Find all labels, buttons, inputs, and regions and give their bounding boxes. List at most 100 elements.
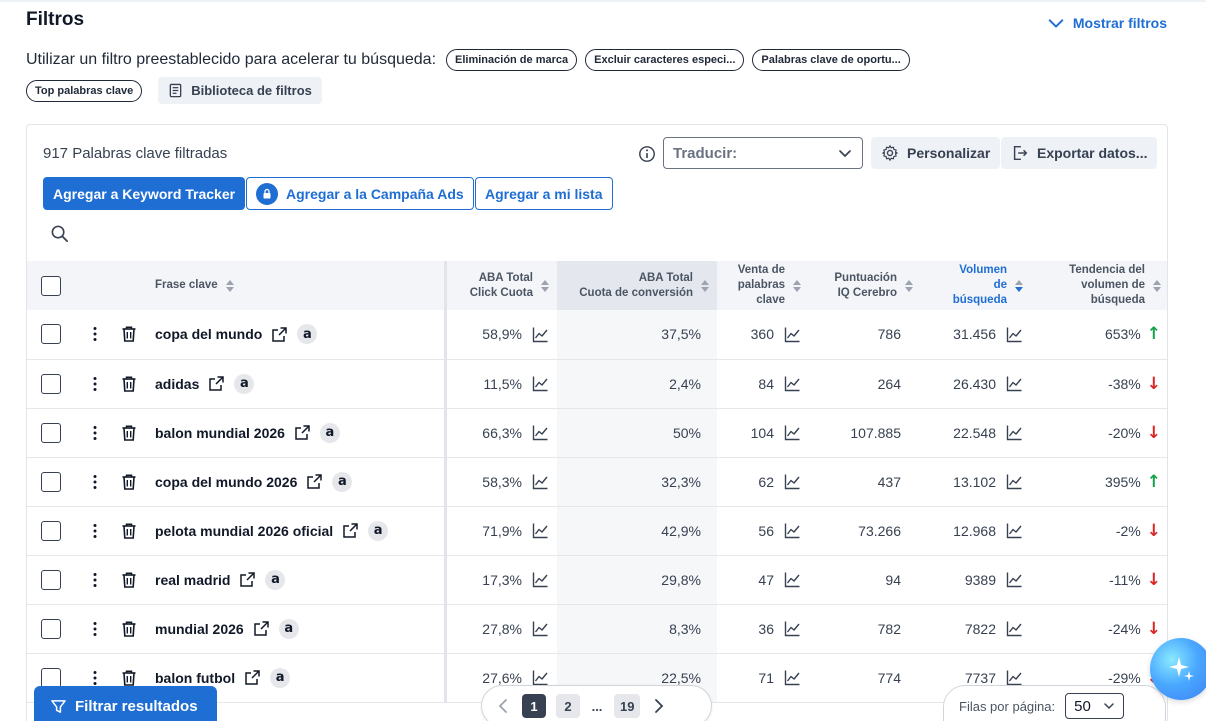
header-click-share[interactable]: ABA Total Click Cuota: [443, 261, 557, 310]
show-filters-toggle[interactable]: Mostrar filtros: [1047, 14, 1167, 32]
more-vertical-icon[interactable]: [86, 571, 104, 589]
add-to-list-button[interactable]: Agregar a mi lista: [475, 177, 613, 210]
more-vertical-icon[interactable]: [86, 375, 104, 393]
trend-chart-icon[interactable]: [532, 375, 549, 392]
trend-chart-icon[interactable]: [1006, 473, 1023, 490]
trend-chart-icon[interactable]: [532, 522, 549, 539]
trend-chart-icon[interactable]: [784, 669, 801, 686]
trash-icon[interactable]: [120, 571, 138, 589]
customize-button[interactable]: Personalizar: [871, 137, 1001, 169]
external-link-icon[interactable]: [253, 620, 270, 637]
external-link-icon[interactable]: [208, 375, 225, 392]
trend-chart-icon[interactable]: [532, 424, 549, 441]
external-link-icon[interactable]: [244, 669, 261, 686]
preset-chip-top-keywords[interactable]: Top palabras clave: [26, 79, 143, 102]
keyword-text[interactable]: pelota mundial 2026 oficial: [155, 523, 333, 539]
header-keyword[interactable]: Frase clave: [145, 261, 445, 310]
page-button-1[interactable]: 1: [522, 694, 546, 718]
page-button-19[interactable]: 19: [614, 694, 641, 718]
trend-chart-icon[interactable]: [784, 375, 801, 392]
keyword-text[interactable]: real madrid: [155, 572, 230, 588]
external-link-icon[interactable]: [306, 473, 323, 490]
amazon-icon[interactable]: a: [368, 520, 389, 541]
filter-library-button[interactable]: Biblioteca de filtros: [158, 77, 322, 104]
row-checkbox[interactable]: [41, 422, 61, 443]
row-checkbox[interactable]: [41, 471, 61, 492]
row-checkbox[interactable]: [41, 667, 61, 688]
trend-chart-icon[interactable]: [784, 326, 801, 343]
info-icon[interactable]: [638, 145, 656, 163]
external-link-icon[interactable]: [239, 571, 256, 588]
keyword-text[interactable]: balon futbol: [155, 670, 235, 686]
row-checkbox[interactable]: [41, 569, 61, 590]
keyword-text[interactable]: mundial 2026: [155, 621, 244, 637]
trend-chart-icon[interactable]: [1006, 669, 1023, 686]
header-keyword-sales[interactable]: Venta de palabras clave: [717, 261, 809, 310]
trash-icon[interactable]: [120, 620, 138, 638]
trend-chart-icon[interactable]: [1006, 522, 1023, 539]
trend-chart-icon[interactable]: [532, 620, 549, 637]
amazon-icon[interactable]: a: [319, 422, 340, 443]
external-link-icon[interactable]: [294, 424, 311, 441]
keyword-text[interactable]: adidas: [155, 376, 199, 392]
keyword-text[interactable]: copa del mundo: [155, 326, 262, 342]
trend-chart-icon[interactable]: [532, 669, 549, 686]
trend-chart-icon[interactable]: [532, 571, 549, 588]
amazon-icon[interactable]: a: [265, 569, 286, 590]
amazon-icon[interactable]: a: [297, 324, 318, 345]
trash-icon[interactable]: [120, 424, 138, 442]
trend-chart-icon[interactable]: [1006, 326, 1023, 343]
trash-icon[interactable]: [120, 325, 138, 343]
trash-icon[interactable]: [120, 473, 138, 491]
rows-per-page-select[interactable]: 50: [1065, 693, 1124, 719]
export-button[interactable]: Exportar datos...: [1001, 137, 1158, 169]
header-search-volume[interactable]: Volumen de búsqueda: [921, 261, 1031, 310]
trend-chart-icon[interactable]: [532, 473, 549, 490]
trend-chart-icon[interactable]: [1006, 620, 1023, 637]
ai-assistant-button[interactable]: [1150, 638, 1206, 700]
amazon-icon[interactable]: a: [270, 667, 291, 688]
more-vertical-icon[interactable]: [86, 473, 104, 491]
trend-chart-icon[interactable]: [1006, 571, 1023, 588]
translate-select[interactable]: Traducir:: [663, 137, 863, 169]
preset-chip-brand-removal[interactable]: Eliminación de marca: [446, 49, 578, 71]
filter-results-button[interactable]: Filtrar resultados: [34, 686, 217, 721]
trash-icon[interactable]: [120, 522, 138, 540]
trash-icon[interactable]: [120, 375, 138, 393]
more-vertical-icon[interactable]: [86, 669, 104, 687]
amazon-icon[interactable]: a: [234, 373, 255, 394]
trend-chart-icon[interactable]: [532, 326, 549, 343]
keyword-text[interactable]: balon mundial 2026: [155, 425, 285, 441]
page-button-2[interactable]: 2: [556, 694, 580, 718]
header-conversion-share[interactable]: ABA Total Cuota de conversión: [557, 261, 717, 310]
chevron-right-icon[interactable]: [650, 698, 666, 714]
row-checkbox[interactable]: [41, 324, 61, 345]
trend-chart-icon[interactable]: [784, 522, 801, 539]
search-icon[interactable]: [50, 224, 69, 243]
trash-icon[interactable]: [120, 669, 138, 687]
amazon-icon[interactable]: a: [332, 471, 353, 492]
trend-chart-icon[interactable]: [784, 473, 801, 490]
more-vertical-icon[interactable]: [86, 424, 104, 442]
trend-chart-icon[interactable]: [784, 424, 801, 441]
trend-chart-icon[interactable]: [784, 571, 801, 588]
external-link-icon[interactable]: [342, 522, 359, 539]
more-vertical-icon[interactable]: [86, 325, 104, 343]
preset-chip-exclude-special-chars[interactable]: Excluir caracteres especi...: [585, 49, 745, 71]
trend-chart-icon[interactable]: [1006, 375, 1023, 392]
more-vertical-icon[interactable]: [86, 620, 104, 638]
trend-chart-icon[interactable]: [784, 620, 801, 637]
more-vertical-icon[interactable]: [86, 522, 104, 540]
add-keyword-tracker-button[interactable]: Agregar a Keyword Tracker: [43, 177, 246, 210]
amazon-icon[interactable]: a: [278, 618, 299, 639]
keyword-text[interactable]: copa del mundo 2026: [155, 474, 297, 490]
select-all-checkbox[interactable]: [41, 275, 61, 296]
add-ads-campaign-button[interactable]: Agregar a la Campaña Ads: [246, 177, 474, 210]
header-iq-score[interactable]: Puntuación IQ Cerebro: [809, 261, 921, 310]
row-checkbox[interactable]: [41, 618, 61, 639]
trend-chart-icon[interactable]: [1006, 424, 1023, 441]
header-volume-trend[interactable]: Tendencia del volumen de búsqueda: [1031, 261, 1167, 310]
row-checkbox[interactable]: [41, 373, 61, 394]
external-link-icon[interactable]: [271, 326, 288, 343]
row-checkbox[interactable]: [41, 520, 61, 541]
